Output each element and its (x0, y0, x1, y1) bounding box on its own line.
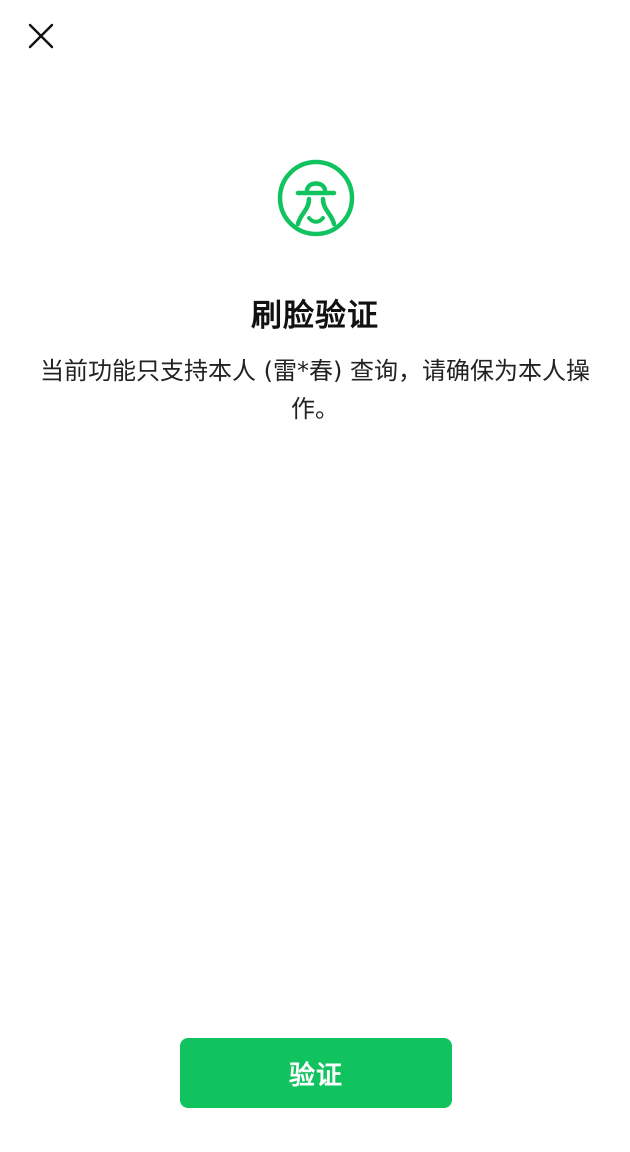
close-icon (28, 23, 54, 49)
verification-description: 当前功能只支持本人 (雷*春) 查询，请确保为本人操作。 (40, 357, 590, 423)
face-verification-logo-icon (277, 159, 355, 237)
verify-button-label: 验证 (288, 1060, 343, 1091)
verify-button[interactable]: 验证 (180, 1038, 452, 1108)
face-verification-logo (276, 158, 356, 238)
page-title: 刷脸验证 (251, 298, 379, 334)
close-button[interactable] (22, 17, 60, 55)
